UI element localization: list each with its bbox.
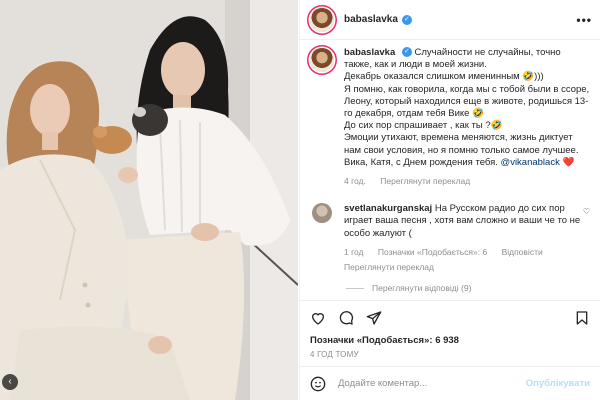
comment-body: svetlanakurganskaj На Русском радио до с… bbox=[344, 203, 583, 273]
comment: svetlanakurganskaj На Русском радио до с… bbox=[310, 203, 590, 273]
publish-button[interactable]: Опублікувати bbox=[526, 378, 590, 389]
caption-body: babaslavka ✓ Случайности не случайны, то… bbox=[344, 47, 590, 187]
caption-line: Декабрь оказался слишком именинным 🤣))) bbox=[344, 71, 544, 83]
heart-icon[interactable] bbox=[310, 310, 326, 326]
caption-meta: 4 год. Переглянути переклад bbox=[344, 175, 590, 187]
more-icon[interactable]: ••• bbox=[576, 13, 592, 27]
mention-link[interactable]: @vikanablack bbox=[501, 157, 560, 168]
caption: babaslavka ✓ Случайности не случайны, то… bbox=[310, 47, 590, 187]
see-translation-link[interactable]: Переглянути переклад bbox=[344, 262, 434, 272]
reply-link[interactable]: Відповісти bbox=[502, 247, 543, 257]
caption-line: До сих пор спрашивает , как ты ?🤣 bbox=[344, 120, 503, 132]
comment-username[interactable]: svetlanakurganskaj bbox=[344, 203, 432, 214]
post-timestamp: 4 ГОД ТОМУ bbox=[310, 350, 359, 359]
comment-input[interactable] bbox=[338, 378, 526, 389]
comment-age: 1 год bbox=[344, 246, 364, 257]
likes-count[interactable]: Позначки «Подобається»: 6 938 bbox=[310, 335, 590, 346]
avatar[interactable] bbox=[310, 48, 334, 72]
username[interactable]: babaslavka bbox=[344, 14, 398, 25]
view-replies[interactable]: Переглянути відповіді (9) bbox=[346, 283, 590, 293]
replies-divider bbox=[346, 287, 364, 289]
verified-icon: ✓ bbox=[401, 14, 412, 25]
save-icon[interactable] bbox=[574, 310, 590, 326]
emoji-icon[interactable] bbox=[310, 376, 326, 392]
heart-emoji: ❤️ bbox=[562, 156, 575, 168]
prev-arrow-icon[interactable]: ‹ bbox=[2, 374, 18, 390]
post-photo[interactable]: ‹ bbox=[0, 0, 298, 400]
comments-area[interactable]: babaslavka ✓ Случайности не случайны, то… bbox=[300, 41, 600, 299]
add-comment-bar: Опублікувати bbox=[300, 366, 600, 400]
see-translation-link[interactable]: Переглянути переклад bbox=[380, 176, 470, 186]
comment-likes[interactable]: Позначки «Подобається»: 6 bbox=[378, 247, 487, 257]
share-icon[interactable] bbox=[366, 310, 382, 326]
caption-username[interactable]: babaslavka bbox=[344, 47, 395, 58]
action-icons bbox=[310, 307, 590, 329]
comment-heart-icon[interactable]: ♡ bbox=[583, 207, 590, 273]
avatar[interactable] bbox=[310, 7, 334, 32]
post-photo-illustration bbox=[0, 0, 298, 400]
instagram-post-view: ‹ babaslavka ✓ ••• babaslavka ✓ Случайно… bbox=[0, 0, 600, 400]
comment-meta: 1 год Позначки «Подобається»: 6 Відповіс… bbox=[344, 246, 583, 258]
verified-icon: ✓ bbox=[401, 47, 412, 58]
caption-age: 4 год. bbox=[344, 176, 366, 187]
caption-line: Эмоции утихают, времена меняются, жизнь … bbox=[344, 132, 579, 156]
caption-line: Я помню, как говорила, когда мы с тобой … bbox=[344, 83, 590, 120]
caption-line: Вика, Катя, с Днем рождения тебя. bbox=[344, 156, 501, 168]
comment-translate-row: Переглянути переклад bbox=[344, 261, 583, 273]
post-header: babaslavka ✓ ••• bbox=[300, 0, 600, 40]
comment-icon[interactable] bbox=[338, 310, 354, 326]
avatar[interactable] bbox=[312, 203, 332, 224]
post-sidebar: babaslavka ✓ ••• babaslavka ✓ Случайност… bbox=[299, 0, 600, 400]
view-replies-label[interactable]: Переглянути відповіді (9) bbox=[372, 283, 471, 293]
post-actions: Позначки «Подобається»: 6 938 4 ГОД ТОМУ bbox=[300, 300, 600, 359]
